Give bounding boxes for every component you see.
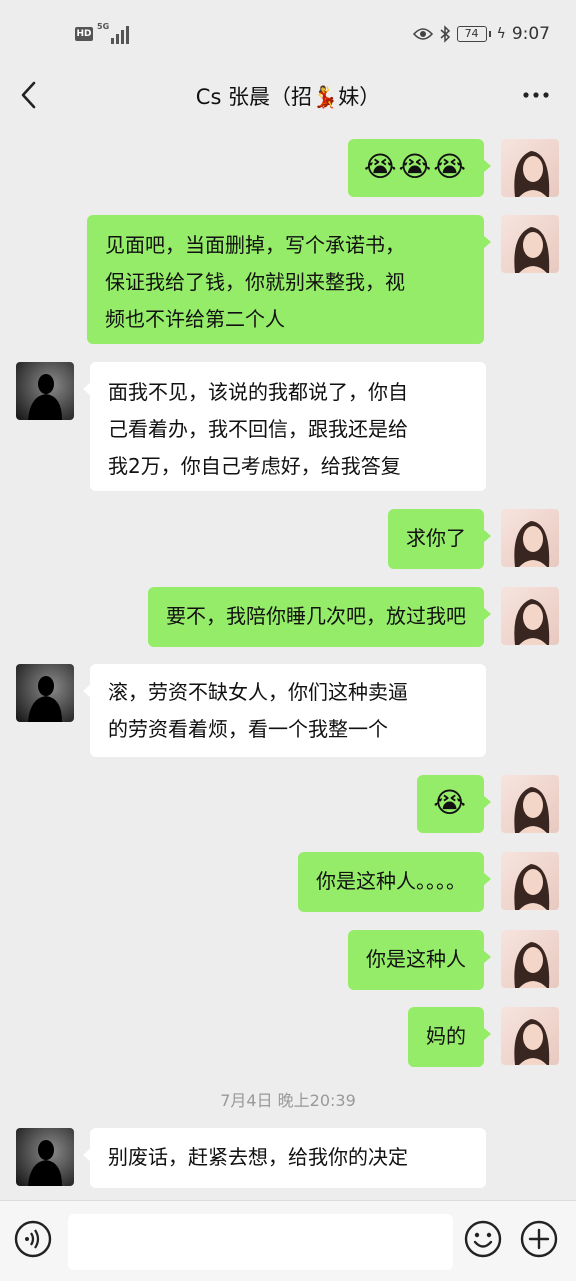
message-bubble-incoming[interactable]: 面我不见，该说的我都说了，你自 己看着办，我不回信，跟我还是给 我2万，你自己考… <box>83 362 486 491</box>
my-avatar[interactable] <box>501 139 559 197</box>
message-bubble-outgoing[interactable]: 😭😭😭 <box>347 139 492 197</box>
chat-header: Cs 张晨（招💃妹） <box>0 64 576 126</box>
clock: 9:07 <box>511 24 550 44</box>
my-avatar[interactable] <box>501 509 559 567</box>
contact-avatar[interactable] <box>16 664 74 722</box>
emoji-icon[interactable] <box>464 1220 502 1258</box>
chat-title: Cs 张晨（招💃妹） <box>195 85 381 109</box>
my-avatar[interactable] <box>501 775 559 833</box>
network-type: 5G <box>97 22 110 31</box>
message-bubble-outgoing[interactable]: 😭 <box>417 775 491 833</box>
input-bar <box>0 1200 576 1281</box>
message-bubble-incoming[interactable]: 别废话，赶紧去想，给我你的决定 <box>83 1128 486 1188</box>
my-avatar[interactable] <box>501 852 559 910</box>
battery-icon: 74 <box>456 26 491 42</box>
message-bubble-outgoing[interactable]: 妈的 <box>408 1007 491 1067</box>
battery-level: 74 <box>464 27 479 40</box>
message-bubble-outgoing[interactable]: 见面吧，当面删掉，写个承诺书， 保证我给了钱，你就别来整我，视 频也不许给第二个… <box>87 215 491 344</box>
eye-icon <box>412 28 433 40</box>
message-timestamp: 7月4日 晚上20:39 <box>220 1091 356 1110</box>
my-avatar[interactable] <box>501 587 559 645</box>
message-bubble-outgoing[interactable]: 要不，我陪你睡几次吧，放过我吧 <box>148 587 491 647</box>
message-bubble-outgoing[interactable]: 你是这种人 <box>348 930 491 990</box>
my-avatar[interactable] <box>501 215 559 273</box>
bluetooth-icon <box>440 25 450 43</box>
my-avatar[interactable] <box>501 930 559 988</box>
message-bubble-outgoing[interactable]: 求你了 <box>388 509 491 569</box>
contact-avatar[interactable] <box>16 362 74 420</box>
plus-icon[interactable] <box>520 1220 558 1258</box>
status-bar: HD 5G 74 ϟ 9:07 <box>0 0 576 64</box>
contact-avatar[interactable] <box>16 1128 74 1186</box>
hd-indicator: HD <box>75 27 93 41</box>
voice-input-icon[interactable] <box>14 1220 52 1258</box>
message-bubble-incoming[interactable]: 滚，劳资不缺女人，你们这种卖逼 的劳资看着烦，看一个我整一个 <box>83 664 486 757</box>
message-bubble-outgoing[interactable]: 你是这种人。。。。 <box>298 852 491 912</box>
more-options-icon[interactable] <box>522 91 550 99</box>
signal-icon: 5G <box>97 22 129 44</box>
my-avatar[interactable] <box>501 1007 559 1065</box>
charging-icon: ϟ <box>496 26 506 42</box>
message-input[interactable] <box>68 1214 453 1270</box>
